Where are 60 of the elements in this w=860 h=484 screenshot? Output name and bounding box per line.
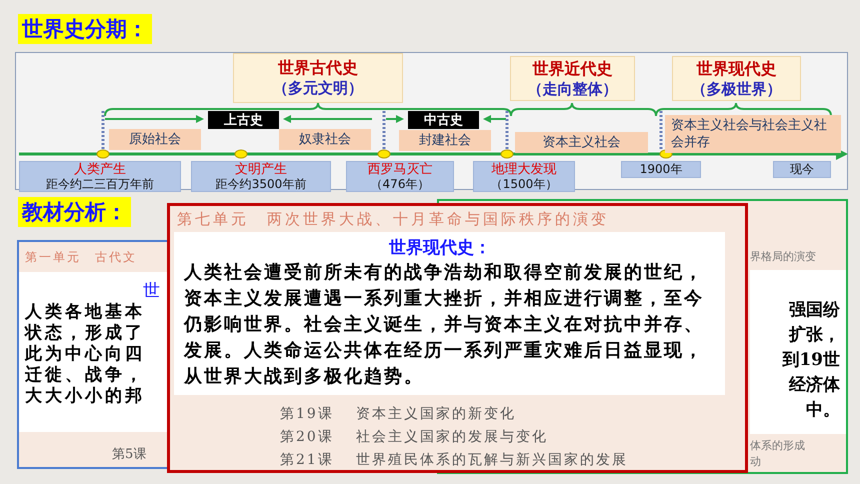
text-line: 扩张， xyxy=(789,324,840,347)
text-line: 此为中心向四 xyxy=(25,344,145,365)
period-label: 上古史 xyxy=(208,111,279,129)
era-subtitle: （多元文明） xyxy=(273,78,363,98)
text-line: 状态，形成了 xyxy=(25,323,145,344)
milestone-time: （476年） xyxy=(370,176,430,192)
era-name: 世界古代史 xyxy=(278,58,358,78)
lesson-number: 第5课 xyxy=(112,446,146,463)
society-label: 原始社会 xyxy=(109,129,201,150)
milestone-event: 人类产生 xyxy=(74,162,126,176)
dotted-marker-line xyxy=(382,111,386,151)
milestone-time: 距今约二三百万年前 xyxy=(46,176,154,192)
section-title: 教材分析： xyxy=(18,197,131,227)
era-subtitle: （走向整体） xyxy=(528,78,618,98)
society-label: 资本主义社会与社会主义社会并存 xyxy=(665,115,841,153)
milestone-time: （1500年） xyxy=(490,176,558,192)
section-title: 世界史分期： xyxy=(18,14,152,44)
era-name: 世界现代史 xyxy=(696,58,776,78)
text-line: 中。 xyxy=(806,399,840,422)
timeline-point xyxy=(378,150,390,158)
era-name: 世界近代史 xyxy=(532,58,612,78)
text-line: 人类各地基本 xyxy=(25,302,145,323)
milestone-time: 距今约3500年前 xyxy=(216,176,306,192)
lesson-title: 社会主义国家的发展与变化 xyxy=(356,428,548,447)
lesson-title: 动 xyxy=(750,454,761,470)
lesson-number: 第21课 xyxy=(280,451,334,470)
lesson-title: 体系的形成 xyxy=(750,438,805,454)
text-line: 强国纷 xyxy=(789,299,840,322)
timeline-point xyxy=(500,150,514,158)
society-label: 封建社会 xyxy=(399,130,491,151)
lesson-number: 第20课 xyxy=(280,428,334,447)
unit-title: 界格局的演变 xyxy=(750,249,816,264)
period-arrow xyxy=(386,115,404,123)
dotted-marker-line xyxy=(506,111,508,151)
timeline-point xyxy=(234,150,248,158)
milestone-event: 地理大发现 xyxy=(492,162,556,176)
milestone-time: 1900年 xyxy=(640,162,682,177)
text-line: 到19世 xyxy=(782,349,840,372)
text-heading: 世 xyxy=(143,280,160,302)
milestone-time: 现今 xyxy=(790,162,814,177)
timeline-point xyxy=(96,150,110,158)
milestone-event: 文明产生 xyxy=(235,162,287,176)
text-heading: 世界现代史： xyxy=(389,237,491,260)
text-line: 大大小小的邦 xyxy=(25,386,145,407)
dotted-marker-line xyxy=(102,111,104,151)
period-label: 中古史 xyxy=(408,111,479,129)
period-arrow xyxy=(483,115,506,123)
unit-title: 第七单元 两次世界大战、十月革命与国际秩序的演变 xyxy=(177,210,609,229)
text-line: 迁徙、战争， xyxy=(25,365,145,386)
milestone-event: 西罗马灭亡 xyxy=(368,162,432,176)
lesson-number: 第19课 xyxy=(280,405,334,424)
lesson-title: 世界殖民体系的瓦解与新兴国家的发展 xyxy=(356,451,628,470)
lesson-title: 资本主义国家的新变化 xyxy=(356,405,516,424)
unit-title: 第一单元 古代文 xyxy=(25,249,137,266)
society-label: 资本主义社会 xyxy=(515,132,648,153)
text-paragraph: 人类社会遭受前所未有的战争浩劫和取得空前发展的世纪，资本主义发展遭遇一系列重大挫折，并相应进行调整，至今仍影响世界。社会主义诞生，并与资本主义在对抗中并存、发展。人类命运公共体在经历一系列严重灾难后日益显现，从世界大战到多极化趋势。 xyxy=(184,261,705,389)
dotted-marker-line xyxy=(660,111,662,151)
society-label: 奴隶社会 xyxy=(279,129,371,150)
era-subtitle: （多极世界） xyxy=(692,78,782,98)
text-line: 经济体 xyxy=(789,374,840,397)
